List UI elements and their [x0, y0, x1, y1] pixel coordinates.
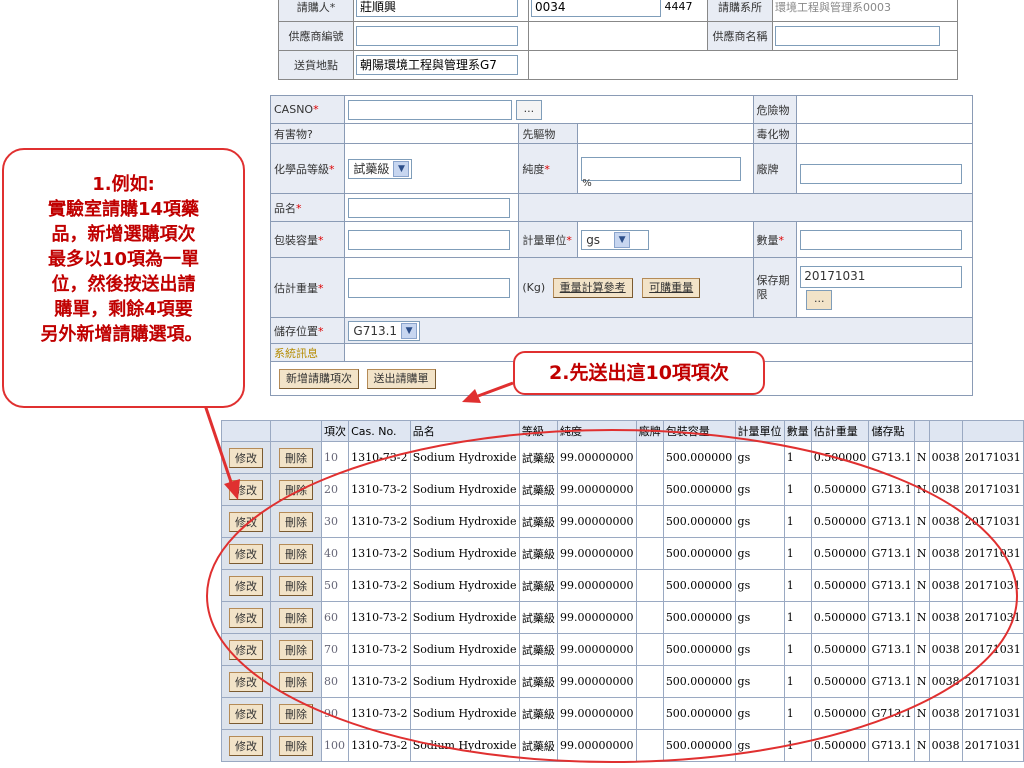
- callout-line: 最多以10項為一單: [47, 249, 200, 270]
- callout-line: 另外新增請購選項。: [40, 324, 203, 345]
- highlight-ellipse: [206, 429, 1018, 763]
- callout-line: 品，新增選購項次: [51, 224, 196, 245]
- callout-line: 位，然後按送出請: [51, 274, 196, 295]
- callout-line: 購單，剩餘4項要: [54, 299, 193, 320]
- callout2-text: 2.先送出這10項項次: [549, 362, 729, 384]
- arrow-to-submit-icon: [462, 381, 514, 403]
- submit-callout: 2.先送出這10項項次: [513, 351, 765, 395]
- callout-line: 實驗室請購14項藥: [47, 199, 200, 220]
- arrow-to-table-icon: [203, 404, 240, 500]
- callout-line: 1.例如:: [92, 174, 155, 195]
- instruction-callout: 1.例如: 實驗室請購14項藥 品，新增選購項次 最多以10項為一單 位，然後按…: [2, 148, 245, 408]
